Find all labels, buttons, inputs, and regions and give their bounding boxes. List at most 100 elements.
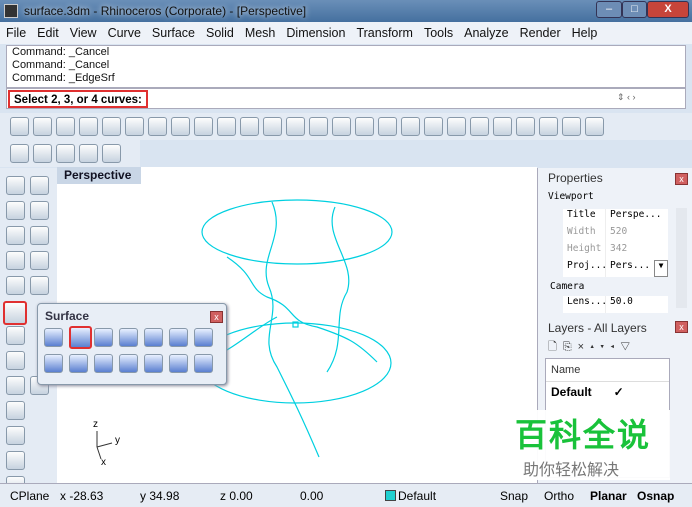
ortho-icon[interactable]	[470, 117, 489, 136]
patch-icon[interactable]	[169, 354, 188, 373]
menu-mesh[interactable]: Mesh	[245, 26, 276, 40]
ellipse-tool-icon[interactable]	[30, 226, 49, 245]
surface-tool-icon[interactable]	[3, 301, 27, 325]
revolve-icon[interactable]	[119, 354, 138, 373]
scroll-arrows-icon[interactable]: ⇕ ‹ ›	[617, 92, 636, 103]
sweep-1-rail-icon[interactable]	[69, 354, 88, 373]
network-icon[interactable]	[144, 354, 163, 373]
column-header-name[interactable]: Name	[546, 359, 669, 382]
dropdown-arrow-icon[interactable]: ▼	[654, 260, 668, 277]
polyline-tool-icon[interactable]	[6, 201, 25, 220]
pattern-icon[interactable]	[447, 117, 466, 136]
circle-tool-icon[interactable]	[6, 226, 25, 245]
prop-row-title[interactable]: Title Perspe...	[563, 209, 668, 226]
dimension-tool-icon[interactable]	[6, 401, 25, 420]
lock-icon[interactable]	[516, 117, 535, 136]
material-icon[interactable]	[424, 117, 443, 136]
arc-tool-icon[interactable]	[6, 251, 25, 270]
current-layer[interactable]: Default	[398, 489, 436, 503]
panel-icon[interactable]	[79, 144, 98, 163]
menu-analyze[interactable]: Analyze	[464, 26, 508, 40]
undo-icon[interactable]	[194, 117, 213, 136]
layer-row[interactable]: Default ✓	[546, 382, 669, 402]
menu-transform[interactable]: Transform	[356, 26, 413, 40]
planar-toggle[interactable]: Planar	[590, 489, 627, 503]
corner-points-icon[interactable]	[119, 328, 138, 347]
edge-curves-surface-icon[interactable]	[69, 326, 92, 349]
maximize-button[interactable]: □	[622, 1, 647, 18]
polygon-tool-icon[interactable]	[6, 276, 25, 295]
save-icon[interactable]	[56, 117, 75, 136]
zoom-dynamic-icon[interactable]	[263, 117, 282, 136]
render-icon[interactable]	[33, 144, 52, 163]
rotate-view-icon[interactable]	[355, 117, 374, 136]
command-prompt[interactable]: Select 2, 3, or 4 curves: ⇕ ‹ ›	[6, 88, 686, 109]
close-icon[interactable]: x	[675, 173, 688, 185]
cplane-label[interactable]: CPlane	[10, 489, 49, 503]
properties-scrollbar[interactable]	[676, 208, 687, 308]
close-button[interactable]: X	[647, 1, 689, 18]
minimize-button[interactable]: –	[596, 1, 622, 18]
menu-render[interactable]: Render	[520, 26, 561, 40]
transform-tool-icon[interactable]	[6, 376, 25, 395]
sweep-icon[interactable]	[194, 328, 213, 347]
curve-tool-icon[interactable]	[30, 201, 49, 220]
rotate-icon[interactable]	[240, 117, 259, 136]
close-icon[interactable]: x	[210, 311, 223, 323]
viewport-tab[interactable]: Perspective	[57, 167, 141, 184]
ortho-toggle[interactable]: Ortho	[544, 489, 574, 503]
freeform-tool-icon[interactable]	[30, 276, 49, 295]
snap-toggle[interactable]: Snap	[500, 489, 528, 503]
close-icon[interactable]: x	[675, 321, 688, 333]
cylinder-tool-icon[interactable]	[6, 351, 25, 370]
command-history[interactable]: Command: _Cancel Command: _Cancel Comman…	[6, 45, 686, 88]
flag-icon[interactable]	[56, 144, 75, 163]
sphere-icon[interactable]	[585, 117, 604, 136]
mesh-tool-icon[interactable]	[6, 426, 25, 445]
loft-icon[interactable]	[169, 328, 188, 347]
menu-curve[interactable]: Curve	[108, 26, 141, 40]
menu-edit[interactable]: Edit	[37, 26, 59, 40]
zoom-window-icon[interactable]	[286, 117, 305, 136]
shade-icon[interactable]	[539, 117, 558, 136]
print-icon[interactable]	[79, 117, 98, 136]
planar-curves-icon[interactable]	[94, 328, 113, 347]
zoom-extents-icon[interactable]	[309, 117, 328, 136]
menu-solid[interactable]: Solid	[206, 26, 234, 40]
menu-tools[interactable]: Tools	[424, 26, 453, 40]
surface-from-points-icon[interactable]	[44, 328, 63, 347]
current-layer-check-icon[interactable]: ✓	[614, 385, 624, 399]
new-icon[interactable]	[10, 117, 29, 136]
copy-icon[interactable]	[148, 117, 167, 136]
color-icon[interactable]	[562, 117, 581, 136]
four-viewports-icon[interactable]	[378, 117, 397, 136]
open-icon[interactable]	[33, 117, 52, 136]
cut-icon[interactable]	[125, 117, 144, 136]
menu-file[interactable]: File	[6, 26, 26, 40]
sweep-2-rails-icon[interactable]	[94, 354, 113, 373]
point-grid-icon[interactable]	[194, 354, 213, 373]
car-icon[interactable]	[401, 117, 420, 136]
prop-row-lens[interactable]: Lens... 50.0	[563, 296, 668, 313]
page-icon[interactable]	[102, 144, 121, 163]
pan-icon[interactable]	[217, 117, 236, 136]
boolean-tool-icon[interactable]	[6, 451, 25, 470]
menu-surface[interactable]: Surface	[152, 26, 195, 40]
extrude-icon[interactable]	[144, 328, 163, 347]
rectangle-tool-icon[interactable]	[30, 251, 49, 270]
rail-revolve-icon[interactable]	[44, 354, 63, 373]
menu-dimension[interactable]: Dimension	[286, 26, 345, 40]
template-icon[interactable]	[102, 117, 121, 136]
point-tool-icon[interactable]	[30, 176, 49, 195]
render-color-icon[interactable]	[10, 144, 29, 163]
menu-view[interactable]: View	[70, 26, 97, 40]
select-tool-icon[interactable]	[6, 176, 25, 195]
paste-icon[interactable]	[171, 117, 190, 136]
box-tool-icon[interactable]	[6, 326, 25, 345]
light-icon[interactable]	[493, 117, 512, 136]
menu-help[interactable]: Help	[572, 26, 598, 40]
osnap-toggle[interactable]: Osnap	[637, 489, 674, 503]
layers-toolbar[interactable]: 🗋⎘×▴▾◂▽	[548, 338, 636, 357]
zoom-selected-icon[interactable]	[332, 117, 351, 136]
prop-row-projection[interactable]: Proj... Pers... ▼	[563, 260, 668, 277]
